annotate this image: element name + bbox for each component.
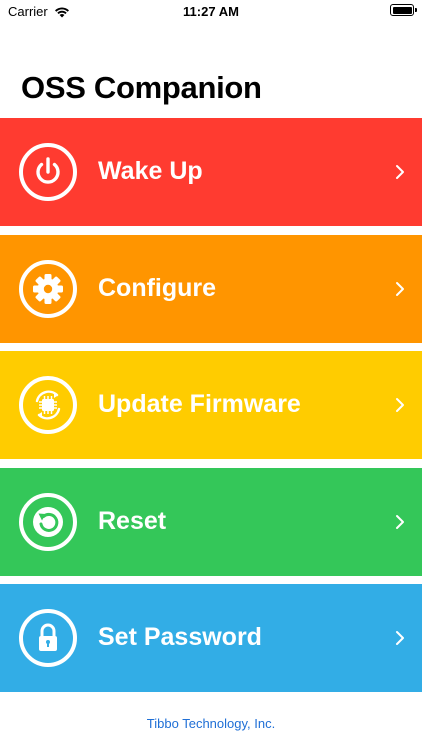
chevron-right-icon — [396, 165, 404, 179]
configure-button[interactable]: Configure — [0, 234, 422, 343]
reset-label: Reset — [98, 506, 167, 535]
chevron-right-icon — [396, 514, 404, 529]
gear-icon — [19, 259, 77, 318]
configure-label: Configure — [98, 273, 217, 302]
status-time: 11:27 AM — [183, 4, 239, 19]
chevron-right-icon — [396, 281, 404, 296]
page-title: OSS Companion — [21, 70, 262, 105]
status-bar: Carrier 11:27 AM — [0, 0, 422, 24]
update-firmware-label: Update Firmware — [98, 389, 301, 418]
set-password-button[interactable]: Set Password — [0, 584, 422, 692]
power-icon — [19, 143, 77, 201]
update-firmware-button[interactable]: Update Firmware — [0, 351, 422, 459]
menu-list: Wake Up Configure Update Firmware Reset … — [0, 118, 422, 692]
chip-sync-icon — [19, 376, 77, 434]
battery-icon — [390, 4, 417, 16]
wake-up-button[interactable]: Wake Up — [0, 118, 422, 226]
set-password-label: Set Password — [98, 622, 262, 651]
wake-up-label: Wake Up — [98, 156, 203, 185]
reset-button[interactable]: Reset — [0, 467, 422, 576]
chevron-right-icon — [396, 398, 404, 412]
company-link[interactable]: Tibbo Technology, Inc. — [0, 716, 422, 731]
lock-icon — [19, 609, 77, 667]
chevron-right-icon — [396, 631, 404, 645]
reset-icon — [19, 492, 77, 551]
